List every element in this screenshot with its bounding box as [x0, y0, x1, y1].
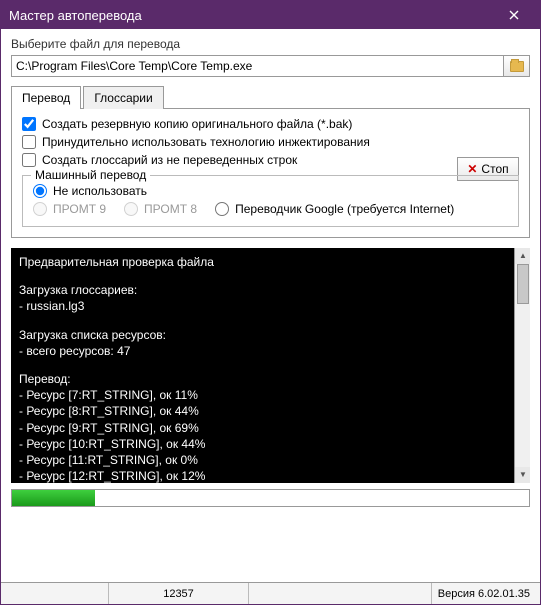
radio-promt9 [33, 202, 47, 216]
path-row [11, 55, 530, 77]
log-line: Предварительная проверка файла [19, 254, 522, 270]
log-line: - Ресурс [10:RT_STRING], ок 44% [19, 436, 522, 452]
titlebar: Мастер автоперевода [1, 1, 540, 29]
radio-google[interactable] [215, 202, 229, 216]
checkbox-glossary[interactable] [22, 153, 36, 167]
log-line: Загрузка глоссариев: [19, 282, 522, 298]
log-line: - Ресурс [11:RT_STRING], ок 0% [19, 452, 522, 468]
machine-translate-legend: Машинный перевод [31, 168, 150, 182]
checkbox-backup[interactable] [22, 117, 36, 131]
checkbox-inject-row[interactable]: Принудительно использовать технологию ин… [22, 135, 519, 149]
checkbox-backup-label: Создать резервную копию оригинального фа… [42, 117, 352, 131]
main-window: Мастер автоперевода Выберите файл для пе… [0, 0, 541, 605]
scroll-down-icon[interactable]: ▼ [515, 467, 530, 483]
log-blank [19, 359, 522, 371]
tab-glossaries[interactable]: Глоссарии [83, 86, 163, 109]
log-line: - russian.lg3 [19, 298, 522, 314]
browse-button[interactable] [504, 55, 530, 77]
status-cell-spacer [249, 583, 432, 604]
stop-x-icon: ✕ [467, 162, 477, 176]
checkbox-glossary-label: Создать глоссарий из не переведенных стр… [42, 153, 297, 167]
content-area: Выберите файл для перевода Перевод Глосс… [1, 29, 540, 582]
radio-none-row[interactable]: Не использовать [33, 184, 508, 198]
status-cell-empty [1, 583, 109, 604]
radio-promt8-row: ПРОМТ 8 [124, 202, 197, 216]
file-select-label: Выберите файл для перевода [11, 37, 530, 51]
tab-strip: Перевод Глоссарии [11, 85, 530, 109]
radio-none[interactable] [33, 184, 47, 198]
console-scrollbar[interactable]: ▲ ▼ [514, 248, 530, 483]
file-path-input[interactable] [11, 55, 504, 77]
radio-google-row[interactable]: Переводчик Google (требуется Internet) [215, 202, 454, 216]
tab-body: Создать резервную копию оригинального фа… [11, 109, 530, 238]
log-line: Загрузка списка ресурсов: [19, 327, 522, 343]
scroll-up-icon[interactable]: ▲ [515, 248, 530, 264]
progress-fill [12, 490, 95, 506]
checkbox-inject[interactable] [22, 135, 36, 149]
stop-button-label: Стоп [481, 162, 508, 176]
machine-translate-fieldset: Машинный перевод Не использовать ПРОМТ 9… [22, 175, 519, 227]
log-blank [19, 270, 522, 282]
radio-second-row: ПРОМТ 9 ПРОМТ 8 Переводчик Google (требу… [33, 202, 508, 220]
log-line: - Ресурс [9:RT_STRING], ок 69% [19, 420, 522, 436]
log-line: - Ресурс [12:RT_STRING], ок 12% [19, 468, 522, 483]
close-button[interactable] [496, 1, 532, 29]
checkbox-glossary-row[interactable]: Создать глоссарий из не переведенных стр… [22, 153, 519, 167]
radio-promt8-label: ПРОМТ 8 [144, 202, 197, 216]
radio-promt8 [124, 202, 138, 216]
tab-translate[interactable]: Перевод [11, 86, 81, 109]
status-cell-version: Версия 6.02.01.35 [432, 583, 540, 604]
log-line: - всего ресурсов: 47 [19, 343, 522, 359]
checkbox-inject-label: Принудительно использовать технологию ин… [42, 135, 370, 149]
scroll-thumb[interactable] [517, 264, 529, 304]
progress-bar [11, 489, 530, 507]
checkbox-backup-row[interactable]: Создать резервную копию оригинального фа… [22, 117, 519, 131]
radio-google-label: Переводчик Google (требуется Internet) [235, 202, 454, 216]
radio-promt9-row: ПРОМТ 9 [33, 202, 106, 216]
radio-none-label: Не использовать [53, 184, 147, 198]
radio-promt9-label: ПРОМТ 9 [53, 202, 106, 216]
log-line: - Ресурс [8:RT_STRING], ок 44% [19, 403, 522, 419]
window-title: Мастер автоперевода [9, 8, 496, 23]
log-console: Предварительная проверка файла Загрузка … [11, 248, 530, 483]
log-line: Перевод: [19, 371, 522, 387]
status-cell-number: 12357 [109, 583, 249, 604]
folder-icon [510, 61, 524, 72]
log-blank [19, 315, 522, 327]
log-line: - Ресурс [7:RT_STRING], ок 11% [19, 387, 522, 403]
status-bar: 12357 Версия 6.02.01.35 [1, 582, 540, 604]
